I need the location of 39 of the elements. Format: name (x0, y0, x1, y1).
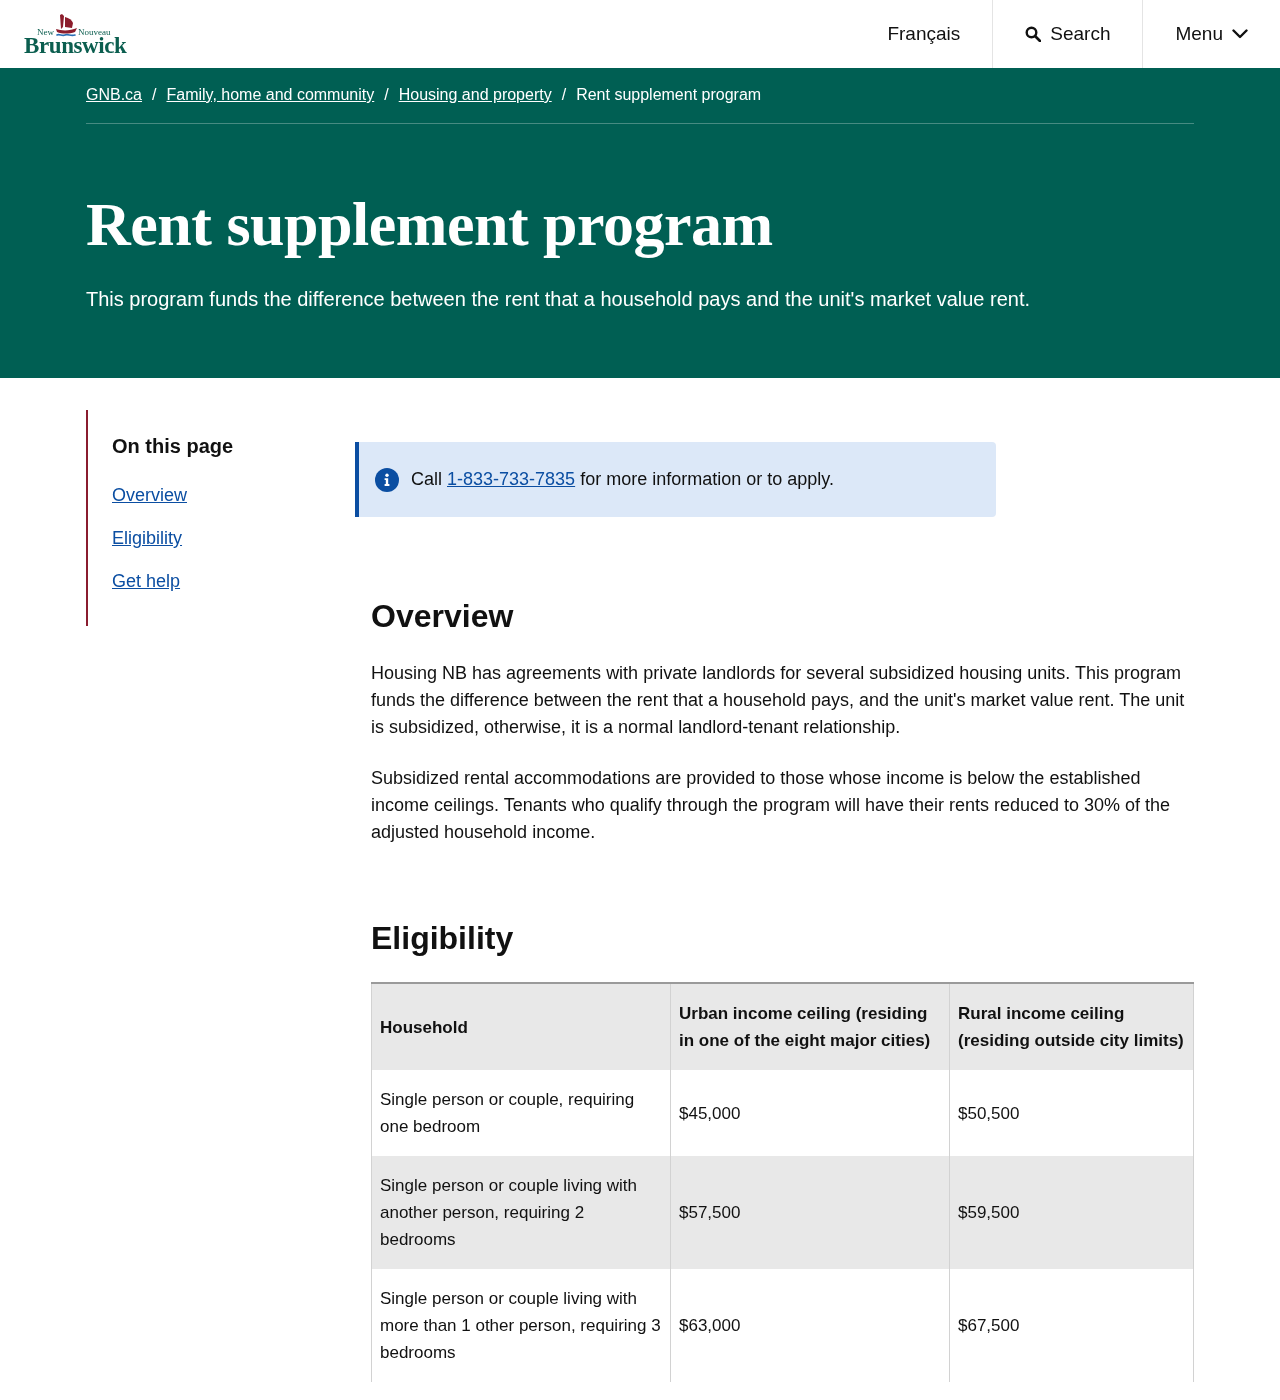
table-header-cell: Urban income ceiling (residing in one of the eight major cities) (670, 983, 950, 1070)
logo[interactable]: New Nouveau Brunswick (24, 13, 127, 55)
page-lead: This program funds the difference between the rent that a household pays and the unit's market value rent. (86, 287, 1032, 312)
section-heading: Overview (371, 597, 515, 636)
callout-text: Call 1-833-733-7835 for more information or to apply. (411, 468, 834, 491)
page-title: Rent supplement program (86, 190, 774, 258)
breadcrumb-link[interactable]: Housing and property (398, 83, 552, 107)
breadcrumb-separator: / (561, 85, 567, 105)
table-cell: $59,500 (949, 1156, 1194, 1269)
breadcrumb-link[interactable]: GNB.ca (86, 83, 142, 107)
table-cell: $67,500 (949, 1269, 1194, 1382)
table-cell: $63,000 (670, 1269, 950, 1382)
logo-wordmark: Brunswick (24, 37, 127, 55)
table-cell: $57,500 (670, 1156, 950, 1269)
info-icon (375, 467, 399, 492)
table-cell: $50,500 (949, 1070, 1194, 1156)
paragraph: Housing NB has agreements with private landlords for several subsidized housing units. This program funds the difference between the rent that a household pays, and the unit's market value rent. The unit is subsidized, otherwise, it is a normal landlord-tenant relationship. (371, 662, 1186, 739)
breadcrumb-link[interactable]: Family, home and community (166, 83, 375, 107)
paragraph: Subsidized rental accommodations are provided to those whose income is below the established income ceilings. Tenants who qualify through the program will have their rents reduced to 30% of the adjusted household income. (371, 767, 1172, 844)
logo-word: Nouveau (78, 28, 111, 37)
breadcrumb-current-page: Rent supplement program (576, 85, 762, 105)
logo-word: New (37, 28, 54, 37)
toc-title: On this page (112, 434, 234, 459)
ship-icon (54, 13, 78, 37)
phone-link[interactable]: 1-833-733-7835 (447, 469, 576, 489)
search-icon (1025, 26, 1042, 42)
toc-link[interactable]: Get help (112, 568, 181, 595)
table-cell: $45,000 (670, 1070, 950, 1156)
table-cell: Single person or couple living with another person, requiring 2 bedrooms (371, 1156, 671, 1269)
breadcrumb-separator: / (152, 85, 157, 105)
toc-link[interactable]: Overview (112, 482, 187, 509)
table-cell: Single person or couple living with more than 1 other person, requiring 3 bedrooms (371, 1269, 671, 1382)
section-heading: Eligibility (371, 919, 515, 958)
toc-link[interactable]: Eligibility (112, 525, 183, 552)
table-header-cell: Rural income ceiling (residing outside city limits) (949, 983, 1194, 1070)
breadcrumb-separator: / (384, 85, 389, 105)
table-cell: Single person or couple, requiring one bedroom (371, 1070, 671, 1156)
chevron-down-icon (1232, 29, 1248, 39)
table-header-cell: Household (371, 983, 671, 1070)
